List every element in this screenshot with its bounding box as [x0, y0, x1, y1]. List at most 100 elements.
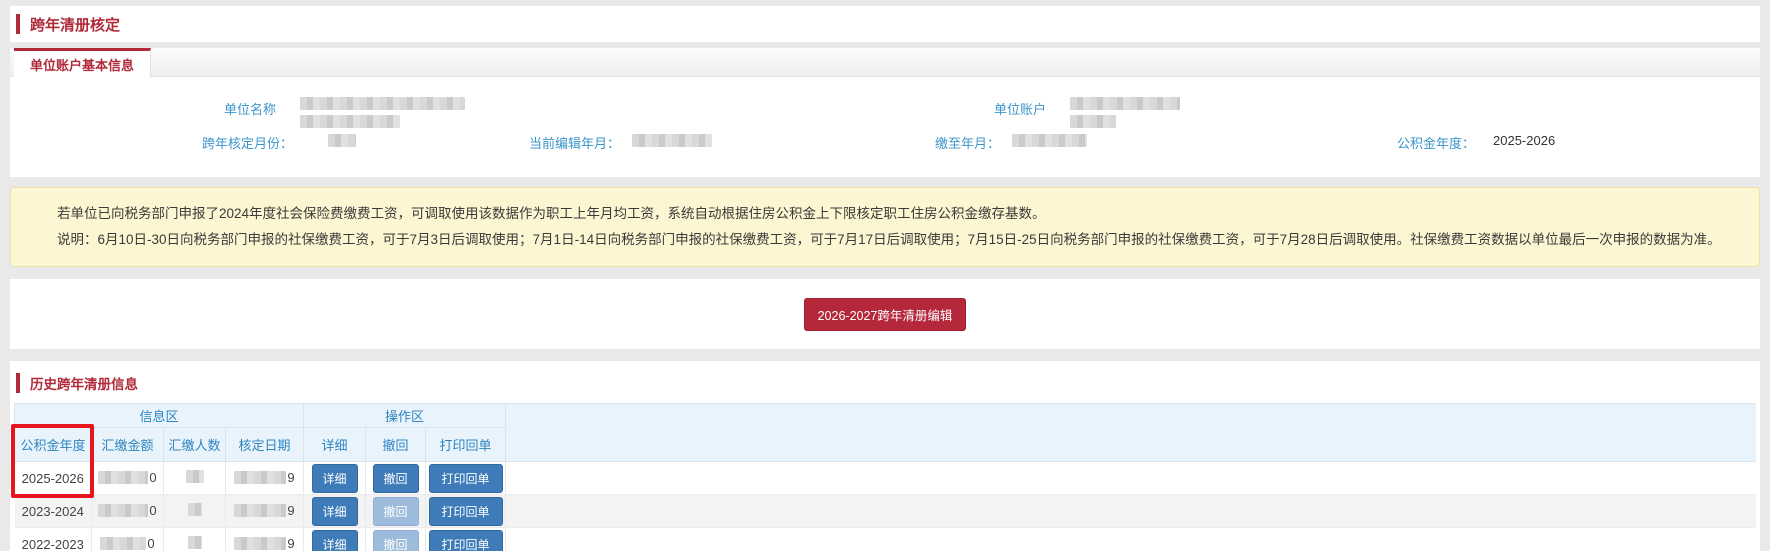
- cross-year-check-month-value-masked: [328, 134, 356, 150]
- masked-text: [186, 470, 204, 483]
- cell-print: 打印回单: [426, 495, 506, 528]
- col-header-date: 核定日期: [226, 428, 304, 462]
- cell-detail: 详细: [304, 495, 366, 528]
- masked-text: [188, 503, 202, 516]
- header-filler: [506, 404, 1756, 462]
- table-row: 2025-2026 0 9 详细 撤回 打印回单: [15, 462, 1757, 495]
- masked-text: [328, 134, 356, 147]
- col-header-fund-year: 公积金年度: [15, 428, 92, 462]
- withdraw-button-disabled: 撤回: [373, 530, 419, 551]
- cell-amount-masked: 0: [92, 495, 164, 528]
- cell-date-masked: 9: [226, 528, 304, 551]
- date-tail: 9: [287, 470, 294, 485]
- group-header-ops: 操作区: [304, 404, 506, 428]
- notice-line-1: 若单位已向税务部门申报了2024年度社会保险费缴费工资，可调取使用该数据作为职工…: [57, 201, 1739, 227]
- masked-text: [234, 471, 286, 484]
- cell-detail: 详细: [304, 528, 366, 551]
- cell-date-masked: 9: [226, 462, 304, 495]
- cell-detail: 详细: [304, 462, 366, 495]
- masked-text: [234, 504, 286, 517]
- history-section-header: 历史跨年清册信息: [16, 371, 1756, 395]
- detail-button[interactable]: 详细: [312, 497, 358, 526]
- masked-text: [1070, 97, 1180, 110]
- cell-print: 打印回单: [426, 528, 506, 551]
- cell-withdraw: 撤回: [366, 528, 426, 551]
- cell-withdraw: 撤回: [366, 495, 426, 528]
- paid-through-month-value-masked: [1012, 134, 1087, 150]
- col-header-detail: 详细: [304, 428, 366, 462]
- tab-bar: 单位账户基本信息: [10, 48, 1760, 77]
- action-strip: 2026-2027跨年清册编辑: [10, 279, 1760, 349]
- tab-unit-account-basic-info[interactable]: 单位账户基本信息: [14, 48, 151, 78]
- date-tail: 9: [287, 536, 294, 551]
- table-row: 2023-2024 0 9 详细 撤回 打印回单: [15, 495, 1757, 528]
- paid-through-month-label: 缴至年月：: [810, 133, 1000, 152]
- cell-print: 打印回单: [426, 462, 506, 495]
- cell-fund-year: 2025-2026: [15, 462, 92, 495]
- detail-button[interactable]: 详细: [312, 530, 358, 551]
- cell-people-masked: [164, 495, 226, 528]
- masked-text: [100, 537, 146, 550]
- section-accent-bar: [16, 373, 20, 393]
- policy-notice: 若单位已向税务部门申报了2024年度社会保险费缴费工资，可调取使用该数据作为职工…: [10, 187, 1760, 267]
- cell-withdraw: 撤回: [366, 462, 426, 495]
- current-edit-month-label: 当前编辑年月：: [440, 133, 620, 152]
- withdraw-button-disabled: 撤回: [373, 497, 419, 526]
- account-form: 单位名称 单位账户 跨年核定月份： 当前编辑年月： 缴至年月： 公积金年度： 2…: [10, 91, 1760, 163]
- print-receipt-button[interactable]: 打印回单: [429, 497, 503, 526]
- cell-amount-masked: 0: [92, 462, 164, 495]
- masked-text: [300, 115, 400, 128]
- cell-filler: [506, 462, 1756, 495]
- cell-people-masked: [164, 528, 226, 551]
- history-table: 信息区 操作区 公积金年度 汇缴金额 汇缴人数 核定日期 详细 撤回 打印回单 …: [14, 403, 1756, 551]
- history-panel: 历史跨年清册信息 信息区 操作区 公积金年度 汇缴金额 汇缴人数 核定日期 详细…: [10, 361, 1760, 551]
- cell-filler: [506, 495, 1756, 528]
- amount-tail: 0: [149, 470, 156, 485]
- page-title: 跨年清册核定: [30, 14, 120, 35]
- col-header-amount: 汇缴金额: [92, 428, 164, 462]
- cell-people-masked: [164, 462, 226, 495]
- print-receipt-button[interactable]: 打印回单: [429, 530, 503, 551]
- cell-date-masked: 9: [226, 495, 304, 528]
- masked-text: [188, 536, 202, 549]
- withdraw-button[interactable]: 撤回: [373, 464, 419, 493]
- fund-year-label: 公积金年度：: [1290, 133, 1475, 152]
- masked-text: [98, 504, 148, 517]
- masked-text: [234, 537, 286, 550]
- col-header-print: 打印回单: [426, 428, 506, 462]
- masked-text: [1012, 134, 1087, 147]
- amount-tail: 0: [147, 536, 154, 551]
- title-accent-bar: [16, 14, 20, 34]
- notice-line-2: 说明：6月10日-30日向税务部门申报的社保缴费工资，可于7月3日后调取使用；7…: [57, 227, 1739, 253]
- masked-text: [632, 134, 712, 147]
- cross-year-check-month-label: 跨年核定月份：: [90, 133, 293, 152]
- date-tail: 9: [287, 503, 294, 518]
- masked-text: [1070, 115, 1116, 128]
- current-edit-month-value-masked: [632, 134, 712, 150]
- unit-account-label: 单位账户: [840, 99, 1046, 118]
- account-info-panel: 单位账户基本信息 单位名称 单位账户 跨年核定月份： 当前编辑年月： 缴至年月：…: [10, 48, 1760, 177]
- tab-label: 单位账户基本信息: [30, 55, 134, 74]
- cross-year-roster-edit-button[interactable]: 2026-2027跨年清册编辑: [804, 298, 967, 331]
- unit-name-label: 单位名称: [70, 99, 276, 118]
- masked-text: [300, 97, 465, 110]
- amount-tail: 0: [149, 503, 156, 518]
- col-header-people: 汇缴人数: [164, 428, 226, 462]
- detail-button[interactable]: 详细: [312, 464, 358, 493]
- unit-account-value-masked: [1070, 97, 1180, 131]
- print-receipt-button[interactable]: 打印回单: [429, 464, 503, 493]
- cell-fund-year: 2023-2024: [15, 495, 92, 528]
- masked-text: [98, 471, 148, 484]
- unit-name-value-masked: [300, 97, 465, 131]
- history-section-title: 历史跨年清册信息: [30, 373, 138, 393]
- group-header-info: 信息区: [15, 404, 304, 428]
- page-header: 跨年清册核定: [10, 6, 1760, 42]
- fund-year-value: 2025-2026: [1493, 133, 1555, 148]
- cell-fund-year: 2022-2023: [15, 528, 92, 551]
- history-table-wrap: 信息区 操作区 公积金年度 汇缴金额 汇缴人数 核定日期 详细 撤回 打印回单 …: [14, 403, 1756, 551]
- col-header-withdraw: 撤回: [366, 428, 426, 462]
- cell-amount-masked: 0: [92, 528, 164, 551]
- table-group-header-row: 信息区 操作区: [15, 404, 1757, 428]
- cell-filler: [506, 528, 1756, 551]
- table-row: 2022-2023 0 9 详细 撤回 打印回单: [15, 528, 1757, 551]
